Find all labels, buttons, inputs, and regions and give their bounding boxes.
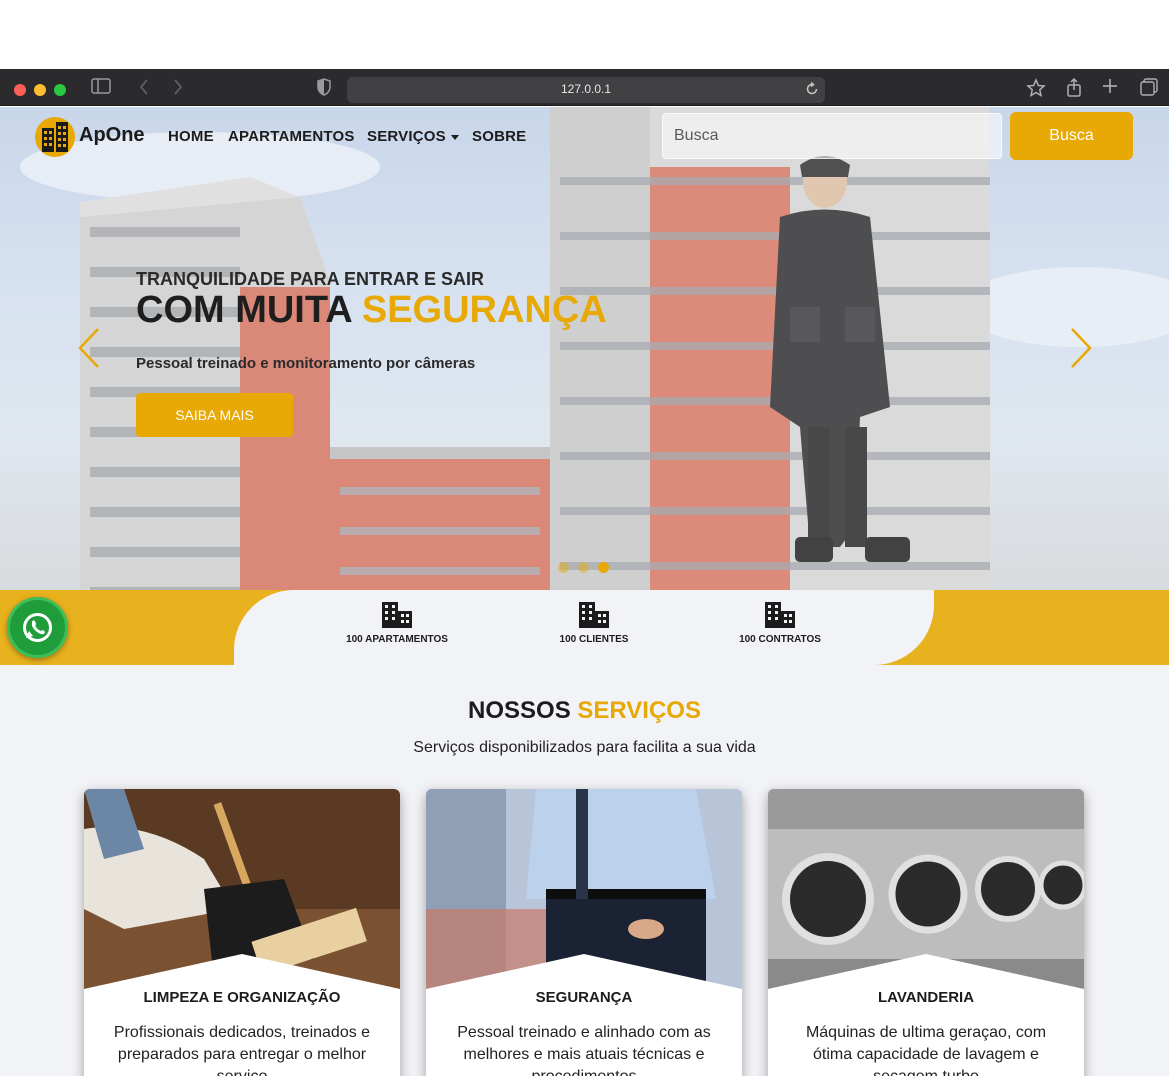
close-window-button[interactable] bbox=[14, 84, 26, 96]
stat-contratos: 100 CONTRATOS bbox=[715, 602, 845, 645]
card-title: LAVANDERIA bbox=[877, 989, 975, 1006]
apone-logo-icon[interactable] bbox=[34, 116, 76, 158]
card-title: LIMPEZA E ORGANIZAÇÃO bbox=[143, 989, 341, 1006]
address-bar[interactable]: 127.0.0.1 bbox=[347, 77, 825, 103]
url-text: 127.0.0.1 bbox=[560, 82, 612, 96]
navbar: ApOne HOME APARTAMENTOS SERVIÇOS SOBRE B… bbox=[0, 107, 1169, 167]
hero-title-main: COM MUITA bbox=[136, 289, 362, 331]
saiba-mais-button[interactable]: SAIBA MAIS bbox=[136, 393, 293, 437]
service-card-limpeza[interactable]: LIMPEZA E ORGANIZAÇÃO Profissionais dedi… bbox=[84, 789, 400, 1076]
card-text: Pessoal treinado e alinhado com as melho… bbox=[457, 1024, 711, 1076]
bookmark-star-icon[interactable] bbox=[1026, 78, 1046, 98]
services-heading: NOSSOS SERVIÇOS bbox=[0, 697, 1169, 725]
search-input[interactable] bbox=[662, 113, 1002, 159]
share-icon[interactable] bbox=[1065, 77, 1083, 98]
building-icon bbox=[765, 602, 795, 628]
card-notch bbox=[426, 954, 742, 994]
nav-dropdown-servicos[interactable]: SERVIÇOS bbox=[367, 128, 459, 145]
stat-label: 100 CONTRATOS bbox=[739, 634, 821, 645]
card-title: SEGURANÇA bbox=[535, 989, 633, 1006]
services-heading-accent: SERVIÇOS bbox=[577, 697, 701, 724]
reload-icon[interactable] bbox=[804, 81, 820, 97]
back-icon[interactable] bbox=[136, 78, 152, 98]
service-card-lavanderia[interactable]: LAVANDERIA Máquinas de ultima geraçao, c… bbox=[768, 789, 1084, 1076]
nav-link-apartamentos[interactable]: APARTAMENTOS bbox=[228, 128, 355, 145]
minimize-window-button[interactable] bbox=[34, 84, 46, 96]
web-page: ApOne HOME APARTAMENTOS SERVIÇOS SOBRE B… bbox=[0, 107, 1169, 1076]
whatsapp-icon bbox=[23, 613, 52, 642]
forward-icon[interactable] bbox=[170, 78, 186, 98]
carousel-prev-icon[interactable] bbox=[76, 327, 102, 369]
brand-name[interactable]: ApOne bbox=[79, 124, 145, 147]
carousel-next-icon[interactable] bbox=[1068, 327, 1094, 369]
hero-overlay bbox=[0, 107, 1169, 665]
chevron-down-icon bbox=[450, 134, 459, 140]
service-card-seguranca[interactable]: SEGURANÇA Pessoal treinado e alinhado co… bbox=[426, 789, 742, 1076]
search-button[interactable]: Busca bbox=[1010, 112, 1133, 160]
maximize-window-button[interactable] bbox=[54, 84, 66, 96]
stat-clientes: 100 CLIENTES bbox=[529, 602, 659, 645]
hero-carousel: ApOne HOME APARTAMENTOS SERVIÇOS SOBRE B… bbox=[0, 107, 1169, 665]
services-subtitle: Serviços disponibilizados para facilita … bbox=[413, 739, 756, 756]
stats-panel: 100 APARTAMENTOS 100 CLIENTES 100 CONTRA… bbox=[234, 590, 934, 665]
nav-link-home[interactable]: HOME bbox=[168, 128, 214, 145]
card-text: Máquinas de ultima geraçao, com ótima ca… bbox=[805, 1024, 1047, 1076]
hero-title: COM MUITA SEGURANÇA bbox=[136, 289, 607, 332]
hero-subtitle: Pessoal treinado e monitoramento por câm… bbox=[136, 355, 476, 372]
nav-link-sobre[interactable]: SOBRE bbox=[472, 128, 526, 145]
stat-label: 100 CLIENTES bbox=[559, 634, 629, 645]
carousel-indicator-1[interactable] bbox=[558, 562, 569, 573]
building-icon bbox=[579, 602, 609, 628]
whatsapp-button[interactable] bbox=[7, 597, 68, 658]
nav-dropdown-label: SERVIÇOS bbox=[367, 128, 446, 145]
stat-apartamentos: 100 APARTAMENTOS bbox=[332, 602, 462, 645]
services-heading-main: NOSSOS bbox=[468, 697, 578, 724]
hero-title-accent: SEGURANÇA bbox=[361, 289, 607, 331]
building-icon bbox=[382, 602, 412, 628]
tab-overview-icon[interactable] bbox=[1139, 78, 1159, 98]
card-notch bbox=[768, 954, 1084, 994]
sidebar-icon[interactable] bbox=[90, 78, 112, 98]
new-tab-icon[interactable] bbox=[1101, 78, 1119, 98]
card-notch bbox=[84, 954, 400, 994]
privacy-shield-icon[interactable] bbox=[315, 78, 333, 98]
stat-label: 100 APARTAMENTOS bbox=[346, 634, 448, 645]
carousel-indicator-3[interactable] bbox=[598, 562, 609, 573]
card-text: Profissionais dedicados, treinados e pre… bbox=[113, 1024, 371, 1076]
hero-kicker: TRANQUILIDADE PARA ENTRAR E SAIR bbox=[136, 269, 485, 289]
carousel-indicator-2[interactable] bbox=[578, 562, 589, 573]
browser-toolbar: 127.0.0.1 bbox=[0, 69, 1169, 106]
